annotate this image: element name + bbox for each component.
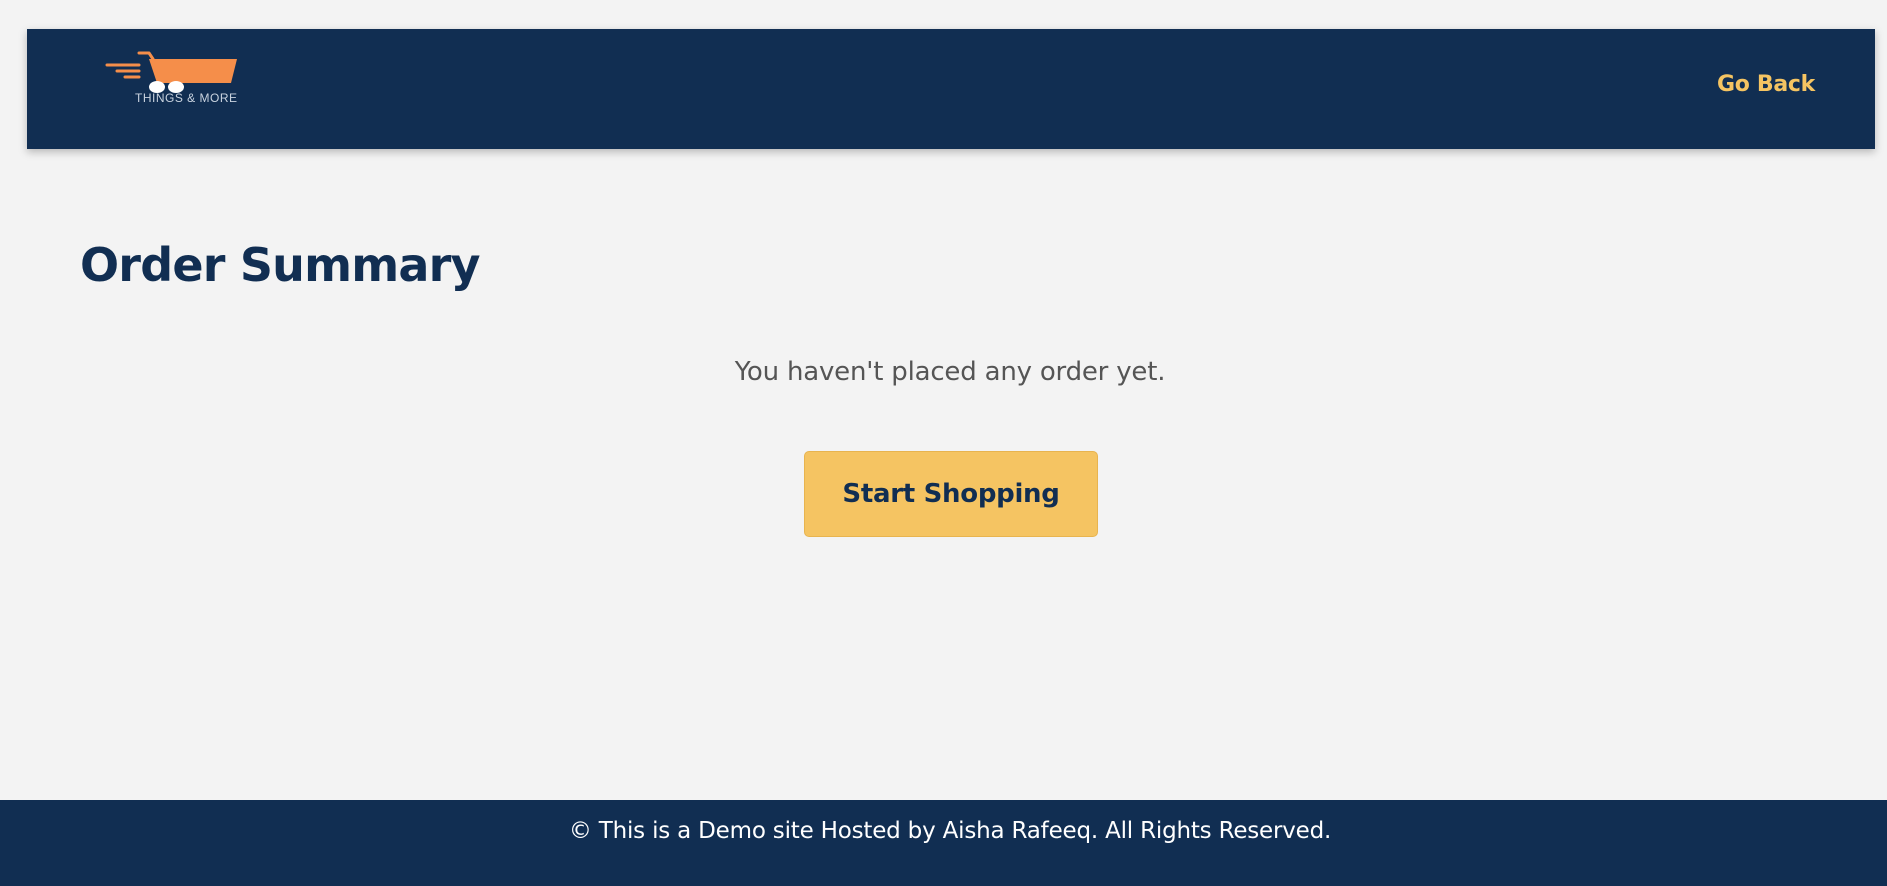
logo-text: THINGS & MORE bbox=[135, 91, 238, 105]
page-title: Order Summary bbox=[80, 238, 480, 292]
footer: © This is a Demo site Hosted by Aisha Ra… bbox=[0, 800, 1887, 886]
footer-copyright: © This is a Demo site Hosted by Aisha Ra… bbox=[568, 818, 1332, 844]
top-navbar: THINGS & MORE Go Back bbox=[27, 29, 1875, 149]
shopping-cart-icon bbox=[105, 51, 255, 96]
page: THINGS & MORE Go Back Order Summary You … bbox=[0, 0, 1887, 886]
go-back-link[interactable]: Go Back bbox=[1717, 72, 1815, 97]
empty-orders-message: You haven't placed any order yet. bbox=[734, 357, 1166, 387]
start-shopping-button[interactable]: Start Shopping bbox=[804, 451, 1098, 537]
site-logo[interactable]: THINGS & MORE bbox=[105, 51, 255, 111]
